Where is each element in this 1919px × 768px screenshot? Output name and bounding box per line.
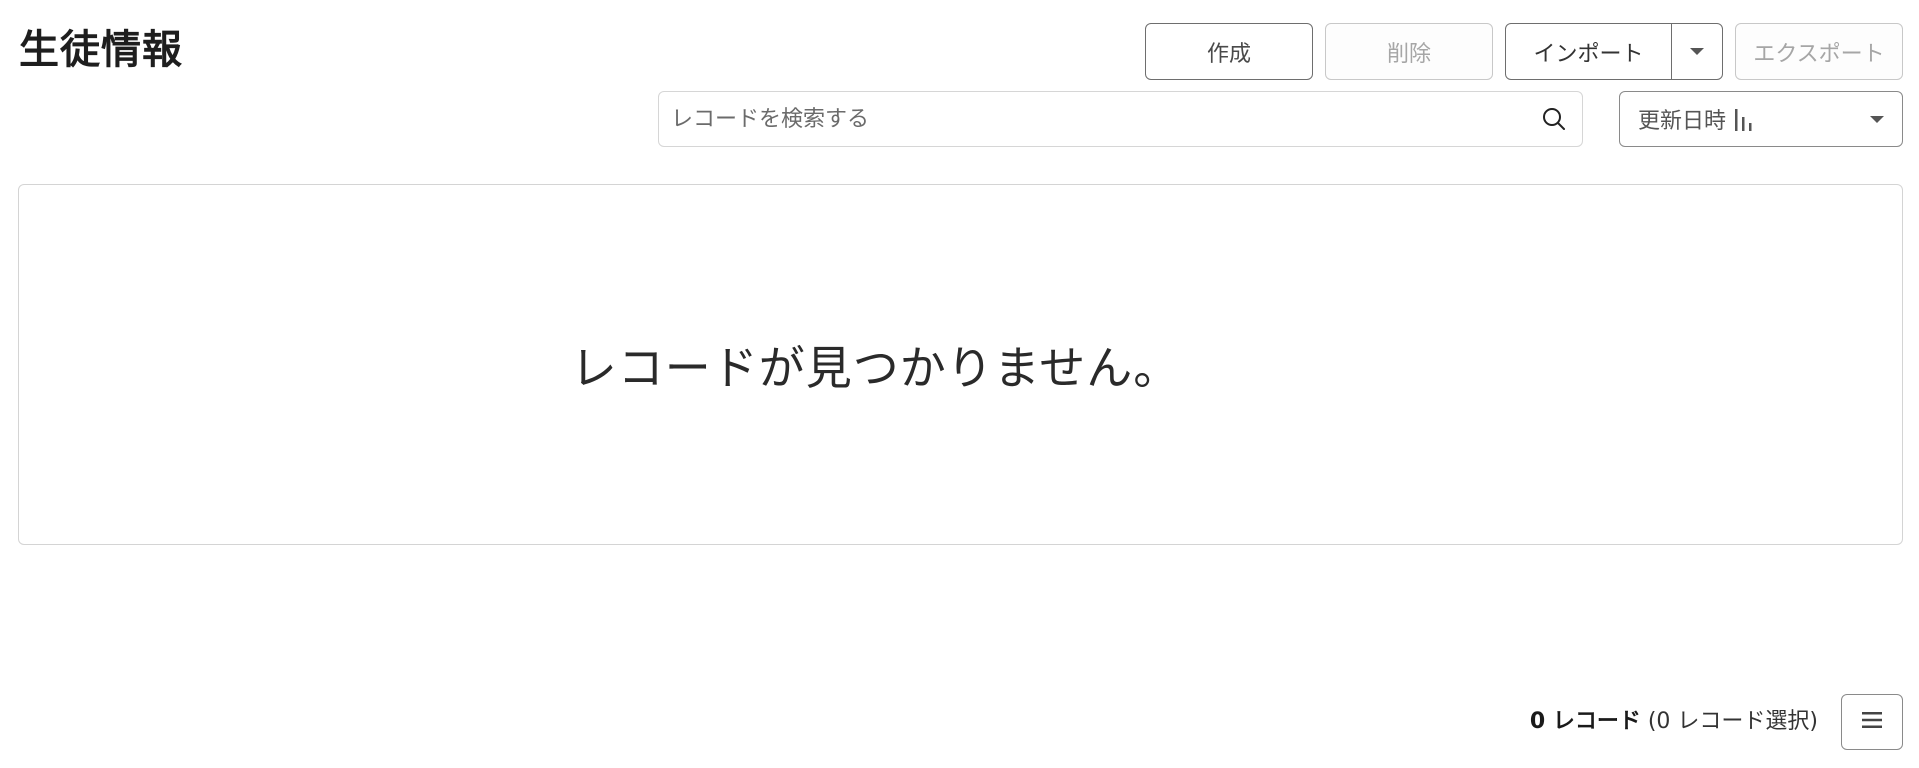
search-input[interactable] — [659, 92, 1526, 146]
delete-button[interactable]: 削除 — [1325, 23, 1493, 80]
results-panel: レコードが見つかりません。 — [18, 184, 1903, 545]
search-box — [658, 91, 1583, 147]
caret-down-icon — [1690, 48, 1704, 55]
create-button[interactable]: 作成 — [1145, 23, 1313, 80]
page-title: 生徒情報 — [19, 27, 183, 73]
hamburger-menu-icon — [1860, 710, 1884, 734]
record-total: 0 レコード — [1529, 709, 1641, 734]
caret-down-icon — [1870, 116, 1884, 123]
search-icon[interactable] — [1526, 92, 1582, 146]
export-button[interactable]: エクスポート — [1735, 23, 1903, 80]
import-dropdown-button[interactable] — [1672, 24, 1722, 79]
empty-state-message: レコードが見つかりません。 — [570, 340, 1181, 395]
import-button[interactable]: インポート — [1506, 24, 1672, 79]
sort-select[interactable]: 更新日時 — [1619, 91, 1903, 147]
record-selected: (0 レコード選択) — [1647, 709, 1818, 734]
sort-selected-label: 更新日時 — [1638, 109, 1727, 134]
sort-descending-icon — [1734, 107, 1754, 131]
menu-button[interactable] — [1841, 694, 1903, 750]
record-count: 0 レコード (0 レコード選択) — [1530, 707, 1818, 737]
import-split-button: インポート — [1505, 23, 1723, 80]
